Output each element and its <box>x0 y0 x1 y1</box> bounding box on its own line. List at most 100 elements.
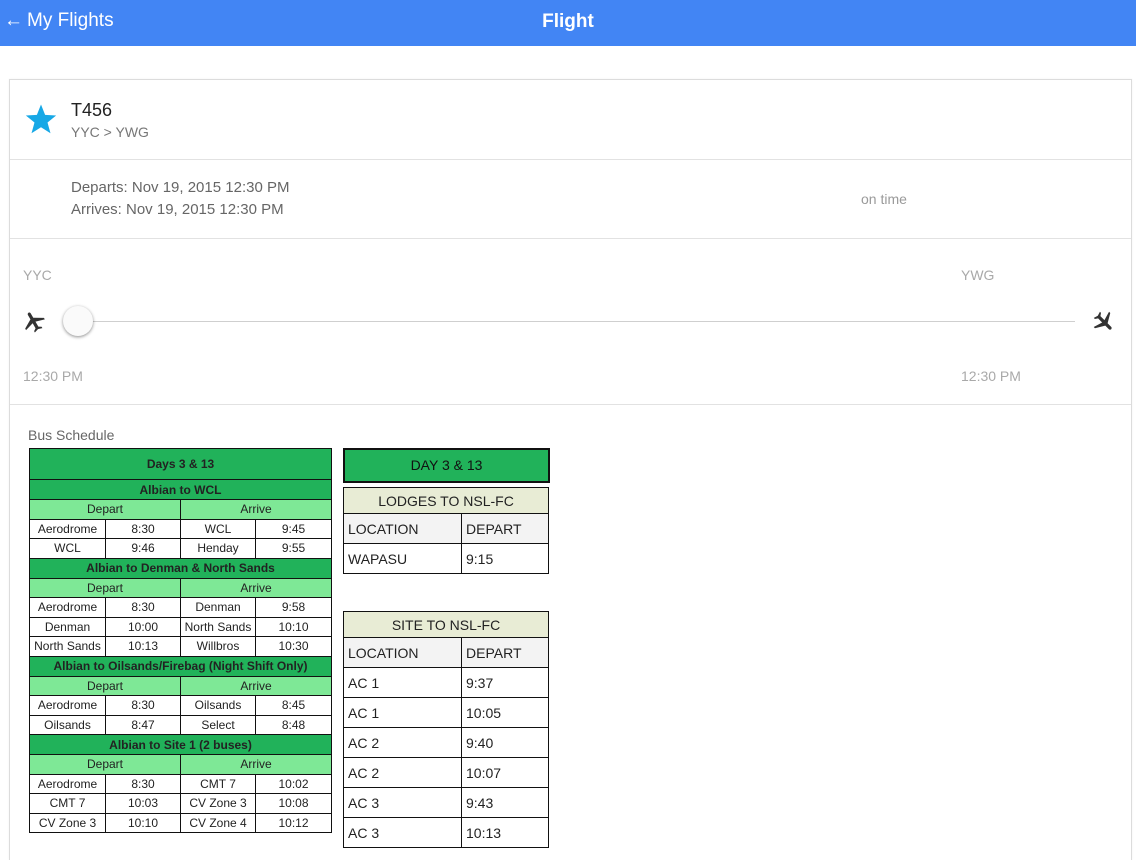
table-cell: 9:46 <box>105 538 181 559</box>
table-cell: CV Zone 3 <box>29 812 106 833</box>
progress-track <box>70 321 1075 322</box>
table-cell: 10:12 <box>254 812 333 833</box>
depart-header: DEPART <box>461 513 549 544</box>
table-row: Denman 10:00 North Sands 10:10 <box>29 616 333 637</box>
back-label: My Flights <box>27 10 114 31</box>
site-table: SITE TO NSL-FC LOCATION DEPART AC 1 9:37 AC 1… <box>342 611 550 848</box>
table-cell: AC 1 <box>343 667 462 698</box>
table-cell: 10:07 <box>460 757 550 788</box>
arrive-header: Arrive <box>179 499 333 520</box>
origin-time: 12:30 PM <box>23 368 83 384</box>
takeoff-plane-icon <box>25 312 45 333</box>
table-title-row: LODGES TO NSL-FC <box>343 487 549 514</box>
section-header-row: Albian to Site 1 (2 buses) <box>28 734 333 755</box>
table-title: SITE TO NSL-FC <box>342 611 550 638</box>
arrive-header: Arrive <box>179 577 333 598</box>
table-cell: WAPASU <box>343 543 462 574</box>
location-header: LOCATION <box>343 513 462 544</box>
table-cell: Aerodrome <box>29 695 106 716</box>
location-header: LOCATION <box>343 637 462 668</box>
table-row: AC 3 9:43 <box>343 787 550 818</box>
column-header-row: Depart Arrive <box>29 675 333 696</box>
section-header-row: Albian to WCL <box>28 479 333 500</box>
table-cell: CV Zone 4 <box>180 812 256 833</box>
status-badge: on time <box>861 191 907 207</box>
table-row: AC 2 9:40 <box>343 727 550 758</box>
table-row: Oilsands 8:47 Select 8:48 <box>29 714 333 735</box>
table-cell: CMT 7 <box>29 793 106 814</box>
table-cell: 10:05 <box>460 697 550 728</box>
table-row: AC 1 9:37 <box>343 667 550 698</box>
table-cell: WCL <box>180 518 256 539</box>
column-header-row: LOCATION DEPART <box>343 637 550 668</box>
table-row: Aerodrome 8:30 Oilsands 8:45 <box>29 695 333 716</box>
table-cell: 8:45 <box>254 695 333 716</box>
destination-time: 12:30 PM <box>961 368 1021 384</box>
table-title-row: Days 3 & 13 <box>28 448 333 480</box>
flight-summary <box>10 80 1131 160</box>
table-cell: Aerodrome <box>29 773 106 794</box>
table-cell: 8:30 <box>105 597 181 618</box>
table-cell: CV Zone 3 <box>180 793 256 814</box>
bus-schedule-table: Days 3 & 13 Albian to WCL Depart Arrive Aero… <box>28 448 333 833</box>
lodges-table: LODGES TO NSL-FC LOCATION DEPART WAPASU 9:15 <box>343 487 549 574</box>
table-cell: 9:37 <box>460 667 550 698</box>
table-row: CMT 7 10:03 CV Zone 3 10:08 <box>29 793 333 814</box>
table-cell: 10:10 <box>254 616 333 637</box>
table-cell: 9:55 <box>254 538 333 559</box>
table-cell: Oilsands <box>180 695 256 716</box>
table-cell: AC 2 <box>343 727 462 758</box>
table-cell: Aerodrome <box>29 597 106 618</box>
depart-header: DEPART <box>460 637 550 668</box>
table-cell: 8:47 <box>105 714 181 735</box>
landing-plane-icon <box>1093 311 1112 330</box>
flight-times <box>10 160 1131 239</box>
origin-code: YYC <box>23 267 52 283</box>
progress-slider-handle[interactable] <box>63 306 93 336</box>
table-title-row: SITE TO NSL-FC <box>342 611 550 638</box>
table-row: WCL 9:46 Henday 9:55 <box>29 538 333 559</box>
depart-header: Depart <box>29 577 181 598</box>
table-cell: 9:40 <box>460 727 550 758</box>
section-header-row: Albian to Denman & North Sands <box>28 557 333 579</box>
table-cell: 8:30 <box>105 695 181 716</box>
table-cell: North Sands <box>29 636 106 657</box>
table-cell: 10:30 <box>254 636 333 657</box>
table-cell: 10:13 <box>105 636 181 657</box>
back-button[interactable]: ← My Flights <box>4 10 114 32</box>
flight-number: T456 <box>71 100 113 120</box>
table-title: Days 3 & 13 <box>28 448 333 480</box>
section-title: Albian to Site 1 (2 buses) <box>28 734 333 755</box>
table-row: AC 3 10:13 <box>343 817 550 848</box>
column-header-row: Depart Arrive <box>29 577 333 598</box>
page-title: Flight <box>542 11 594 32</box>
table-cell: Aerodrome <box>29 518 106 539</box>
section-header-row: Albian to Oilsands/Firebag (Night Shift … <box>28 655 333 677</box>
table-cell: Henday <box>180 538 256 559</box>
table-row: North Sands 10:13 Willbros 10:30 <box>29 636 333 657</box>
table-cell: AC 2 <box>343 757 462 788</box>
table-cell: 9:45 <box>254 518 333 539</box>
table-cell: 10:08 <box>254 793 333 814</box>
arrive-header: Arrive <box>179 754 333 775</box>
table-cell: 8:30 <box>105 773 181 794</box>
app-bar: ← My Flights Flight <box>0 0 1136 46</box>
table-cell: 8:48 <box>254 714 333 735</box>
departs-text: Departs: Nov 19, 2015 12:30 PM <box>71 179 290 196</box>
depart-header: Depart <box>29 499 181 520</box>
table-cell: AC 3 <box>343 817 462 848</box>
table-cell: Select <box>180 714 256 735</box>
table-cell: Denman <box>29 616 106 637</box>
table-cell: 9:15 <box>461 543 549 574</box>
table-row: WAPASU 9:15 <box>343 543 549 574</box>
flight-route: YYC > YWG <box>71 124 149 140</box>
table-cell: 10:13 <box>460 817 550 848</box>
table-cell: 10:10 <box>105 812 181 833</box>
table-cell: AC 3 <box>343 787 462 818</box>
depart-header: Depart <box>29 675 181 696</box>
column-header-row: Depart Arrive <box>29 499 333 520</box>
star-icon[interactable] <box>24 102 58 136</box>
table-cell: 10:00 <box>105 616 181 637</box>
table-cell: CMT 7 <box>180 773 256 794</box>
table-cell: North Sands <box>180 616 256 637</box>
